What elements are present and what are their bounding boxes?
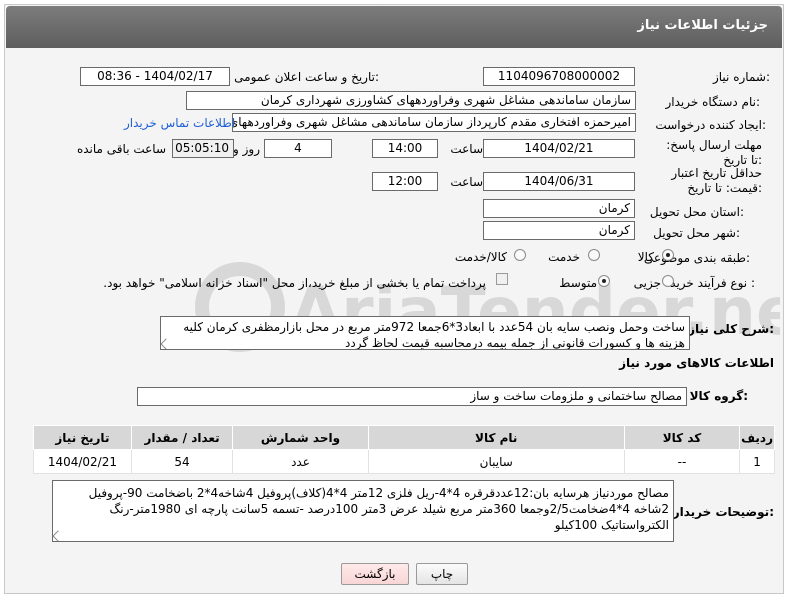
category-radio-service[interactable] bbox=[588, 249, 600, 261]
reply-time-field: 14:00 bbox=[372, 139, 438, 158]
buyer-notes-text: مصالح موردنیاز هرسایه بان:12عددقرقره 4*4… bbox=[88, 486, 669, 532]
col-header-quantity: تعداد / مقدار bbox=[130, 425, 234, 450]
category-option-goods-service: کالا/خدمت bbox=[454, 250, 507, 264]
category-label: طبقه بندی موضوعی: bbox=[643, 251, 750, 265]
print-button[interactable]: چاپ bbox=[416, 563, 468, 585]
creator-label: ایجاد کننده درخواست: bbox=[655, 118, 766, 132]
buyer-org-label: نام دستگاه خریدار: bbox=[665, 95, 761, 109]
days-label: روز و bbox=[233, 142, 260, 156]
buyer-contact-link[interactable]: اطلاعات تماس خریدار bbox=[124, 116, 235, 130]
cell-need-date: 1404/02/21 bbox=[33, 449, 132, 474]
textarea-resize-handle[interactable] bbox=[161, 338, 172, 349]
need-number-label: شماره نیاز: bbox=[712, 70, 770, 84]
time-remaining-label: ساعت باقی مانده bbox=[76, 142, 166, 156]
col-header-item-code: کد کالا bbox=[623, 425, 741, 450]
table-row[interactable]: 1 -- سایبان عدد 54 1404/02/21 bbox=[33, 449, 775, 474]
process-radio-medium[interactable] bbox=[598, 275, 610, 287]
validity-date-field: 1404/06/31 bbox=[483, 172, 635, 191]
announce-datetime-field: 1404/02/17 - 08:36 bbox=[80, 67, 230, 86]
notes-resize-handle[interactable] bbox=[53, 530, 64, 541]
items-table: ردیف کد کالا نام کالا واحد شمارش تعداد /… bbox=[33, 425, 775, 474]
reply-time-label: ساعت bbox=[450, 142, 483, 156]
table-header-row: ردیف کد کالا نام کالا واحد شمارش تعداد /… bbox=[33, 425, 775, 450]
goods-section-title: اطلاعات کالاهای مورد نیاز bbox=[619, 356, 774, 370]
goods-group-label: گروه کالا: bbox=[689, 389, 748, 403]
cell-item-code: -- bbox=[623, 449, 741, 474]
col-header-row-number: ردیف bbox=[739, 425, 775, 450]
category-radio-goods-service[interactable] bbox=[514, 249, 526, 261]
category-radio-goods[interactable] bbox=[662, 249, 674, 261]
process-option-minor: جزیی bbox=[633, 276, 661, 290]
city-label: شهر محل تحویل: bbox=[653, 226, 740, 240]
buyer-notes-label: توضیحات خریدار: bbox=[672, 505, 774, 519]
city-field: کرمان bbox=[483, 221, 635, 240]
cell-row-number: 1 bbox=[739, 449, 775, 474]
description-label: شرح کلی نیاز: bbox=[688, 322, 774, 336]
creator-field: امیرحمزه افتخاری مقدم کارپرداز سازمان سا… bbox=[232, 113, 636, 132]
title-bar: جزئیات اطلاعات نیاز bbox=[6, 6, 782, 48]
category-option-service: خدمت bbox=[548, 250, 580, 264]
description-textarea: ساخت وحمل ونصب سایه بان 54عدد با ابعاد3*… bbox=[160, 316, 690, 350]
treasury-payment-checkbox[interactable] bbox=[496, 273, 508, 285]
cell-item-name: سایبان bbox=[367, 449, 625, 474]
buyer-notes-textarea: مصالح موردنیاز هرسایه بان:12عددقرقره 4*4… bbox=[52, 480, 674, 542]
days-remaining-field: 4 bbox=[264, 139, 332, 158]
validity-time-label: ساعت bbox=[450, 175, 483, 189]
cell-unit: عدد bbox=[232, 449, 369, 474]
col-header-need-date: تاریخ نیاز bbox=[33, 425, 132, 450]
cell-quantity: 54 bbox=[130, 449, 234, 474]
treasury-payment-note: پرداخت تمام یا بخشی از مبلغ خرید،از محل … bbox=[103, 276, 486, 290]
col-header-unit: واحد شمارش bbox=[232, 425, 369, 450]
province-label: استان محل تحویل: bbox=[649, 205, 744, 219]
validity-time-field: 12:00 bbox=[372, 172, 438, 191]
price-validity-label: حداقل تاریخ اعتبار قیمت: تا تاریخ: bbox=[671, 166, 762, 195]
col-header-item-name: نام کالا bbox=[367, 425, 625, 450]
reply-deadline-label: مهلت ارسال پاسخ: تا تاریخ: bbox=[666, 138, 762, 167]
announce-label: تاریخ و ساعت اعلان عمومی: bbox=[234, 70, 379, 84]
time-remaining-field: 05:05:10 bbox=[172, 139, 234, 158]
category-option-goods: کالا bbox=[637, 250, 654, 264]
process-option-medium: متوسط bbox=[559, 276, 597, 290]
back-button[interactable]: بازگشت bbox=[341, 563, 409, 585]
province-field: کرمان bbox=[483, 199, 635, 218]
goods-group-field: مصالح ساختمانی و ملزومات ساخت و ساز bbox=[137, 387, 687, 406]
process-label: نوع فرآیند خرید : bbox=[670, 276, 755, 290]
buyer-org-field: سازمان ساماندهی مشاغل شهری وفراوردههای ک… bbox=[186, 91, 636, 110]
reply-date-field: 1404/02/21 bbox=[483, 139, 635, 158]
process-radio-minor[interactable] bbox=[662, 275, 674, 287]
description-text: ساخت وحمل ونصب سایه بان 54عدد با ابعاد3*… bbox=[183, 320, 685, 350]
page-title: جزئیات اطلاعات نیاز bbox=[637, 18, 768, 33]
need-number-field: 1104096708000002 bbox=[483, 67, 635, 86]
